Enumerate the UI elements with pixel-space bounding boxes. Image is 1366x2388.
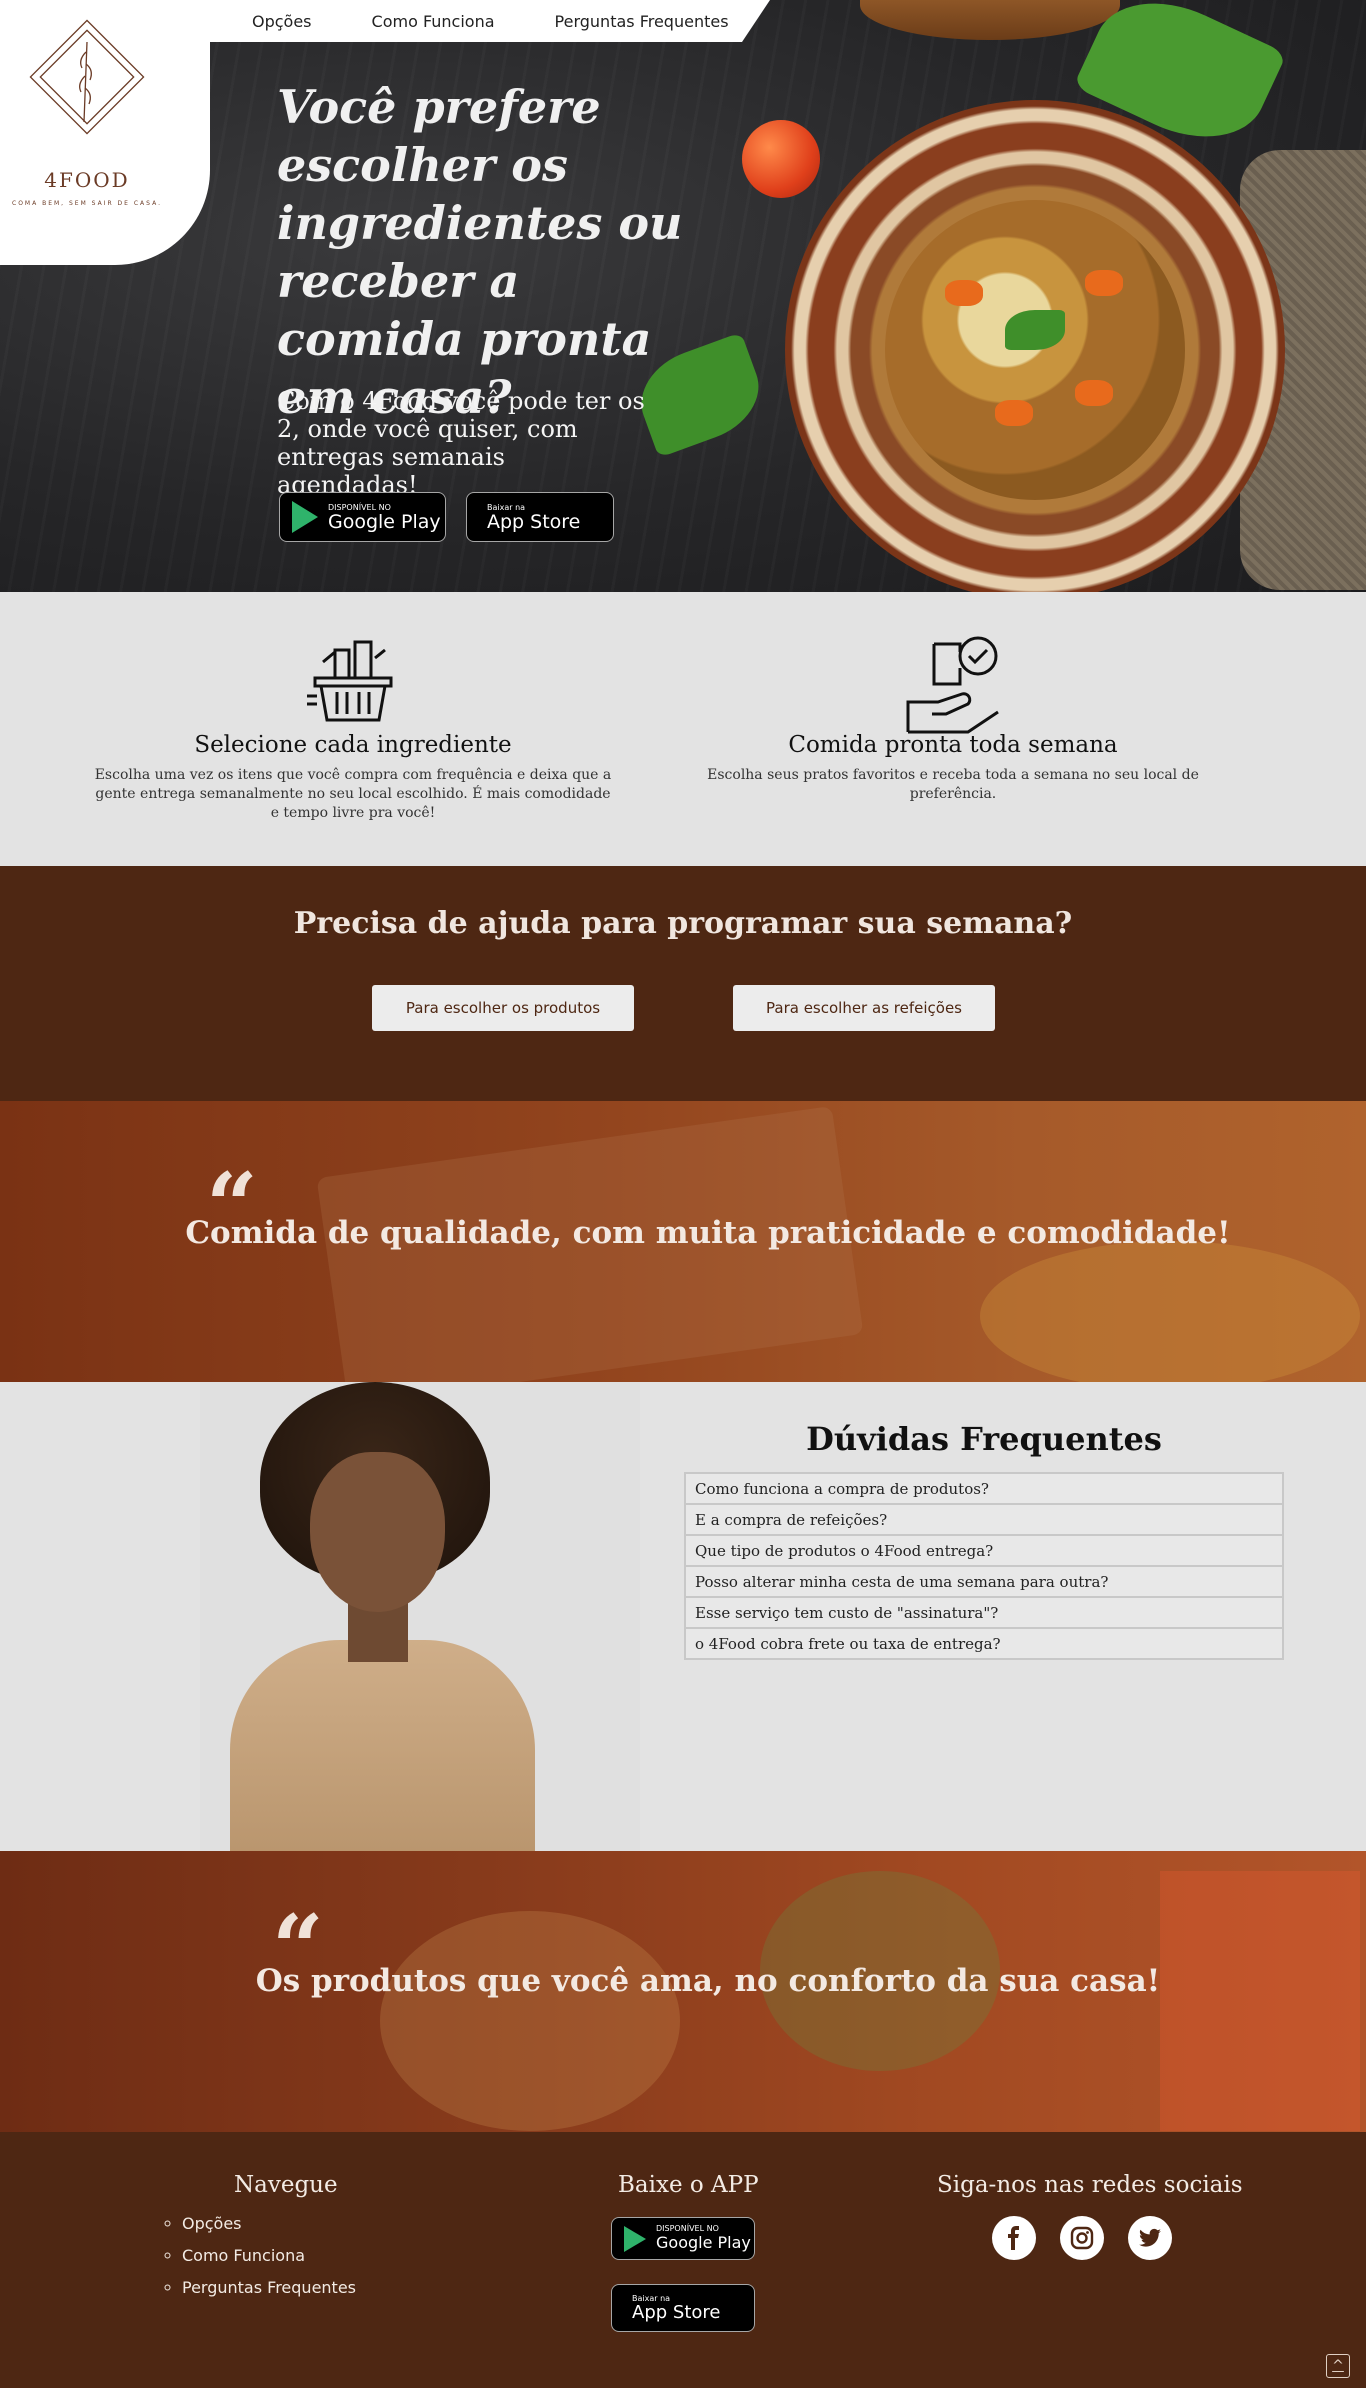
- google-play-label: Google Play: [328, 510, 441, 533]
- faq-item[interactable]: o 4Food cobra frete ou taxa de entrega?: [685, 1628, 1283, 1659]
- footer-nav-item-perguntas-frequentes[interactable]: Perguntas Frequentes: [182, 2272, 356, 2304]
- thinking-woman-photo: [200, 1382, 640, 1851]
- wheat-logo-icon[interactable]: [22, 12, 152, 162]
- quote-text: Os produtos que você ama, no conforto da…: [255, 1963, 1161, 1999]
- facebook-icon[interactable]: [992, 2216, 1036, 2260]
- logo-tagline: COMA BEM, SEM SAIR DE CASA.: [12, 200, 162, 207]
- choose-meals-button[interactable]: Para escolher as refeições: [733, 985, 995, 1031]
- google-play-small-label: DISPONÍVEL NO: [656, 2224, 719, 2233]
- top-nav: Opções Como Funciona Perguntas Frequente…: [210, 0, 770, 42]
- faq-section: Dúvidas Frequentes Como funciona a compr…: [0, 1382, 1366, 1851]
- footer-app-title: Baixe o APP: [618, 2172, 759, 2198]
- hero-subtitle: Com o 4Food você pode ter os 2, onde voc…: [277, 387, 645, 499]
- feature-ready-meals: Comida pronta toda semana Escolha seus p…: [683, 592, 1223, 804]
- faq-item[interactable]: Como funciona a compra de produtos?: [685, 1473, 1283, 1504]
- faq-list: Como funciona a compra de produtos? E a …: [684, 1472, 1284, 1660]
- features-section: Selecione cada ingrediente Escolha uma v…: [0, 592, 1366, 866]
- food-background-image: [980, 1241, 1360, 1382]
- footer-nav-title: Navegue: [234, 2172, 338, 2198]
- quote-text: Comida de qualidade, com muita praticida…: [185, 1215, 1231, 1251]
- food-background-image: [380, 1911, 680, 2131]
- shopping-basket-icon: [307, 640, 393, 722]
- footer-social-title: Siga-nos nas redes sociais: [937, 2172, 1243, 2198]
- food-background-image: [1160, 1871, 1360, 2131]
- delivery-hand-check-icon: [906, 636, 999, 734]
- feature-text: Escolha seus pratos favoritos e receba t…: [707, 767, 1199, 802]
- google-play-icon: [292, 501, 318, 533]
- footer: Navegue Opções Como Funciona Perguntas F…: [0, 2132, 1366, 2388]
- help-section: Precisa de ajuda para programar sua sema…: [0, 866, 1366, 1101]
- feature-text: Escolha uma vez os itens que você compra…: [94, 767, 612, 821]
- feature-title: Selecione cada ingrediente: [194, 732, 512, 758]
- soup-bowl-image: [785, 100, 1285, 592]
- google-play-icon: [624, 2225, 646, 2252]
- footer-app-store-button[interactable]: Baixar na App Store: [611, 2284, 755, 2332]
- choose-products-button[interactable]: Para escolher os produtos: [372, 985, 634, 1031]
- nav-item-opcoes[interactable]: Opções: [252, 12, 312, 31]
- faq-item[interactable]: Posso alterar minha cesta de uma semana …: [685, 1566, 1283, 1597]
- faq-title: Dúvidas Frequentes: [806, 1420, 1162, 1458]
- app-store-label: App Store: [487, 510, 581, 533]
- app-store-button[interactable]: Baixar na App Store: [466, 492, 614, 542]
- nav-item-perguntas-frequentes[interactable]: Perguntas Frequentes: [555, 12, 729, 31]
- faq-item[interactable]: Que tipo de produtos o 4Food entrega?: [685, 1535, 1283, 1566]
- hero-title: Você prefere escolher os ingredientes ou…: [277, 80, 683, 424]
- faq-item[interactable]: E a compra de refeições?: [685, 1504, 1283, 1535]
- footer-nav-list: Opções Como Funciona Perguntas Frequente…: [182, 2208, 356, 2304]
- twitter-icon[interactable]: [1128, 2216, 1172, 2260]
- tomato-image: [742, 120, 820, 198]
- google-play-button[interactable]: DISPONÍVEL NO Google Play: [279, 492, 446, 542]
- help-title: Precisa de ajuda para programar sua sema…: [293, 906, 1073, 941]
- back-to-top-button[interactable]: ^: [1326, 2354, 1350, 2378]
- quote-banner-1: “ Comida de qualidade, com muita pratici…: [0, 1101, 1366, 1382]
- feature-ingredients: Selecione cada ingrediente Escolha uma v…: [83, 592, 623, 823]
- google-play-label: Google Play: [656, 2233, 751, 2252]
- instagram-icon[interactable]: [1060, 2216, 1104, 2260]
- footer-nav-item-opcoes[interactable]: Opções: [182, 2208, 356, 2240]
- faq-item[interactable]: Esse serviço tem custo de "assinatura"?: [685, 1597, 1283, 1628]
- app-store-label: App Store: [632, 2301, 721, 2323]
- nav-item-como-funciona[interactable]: Como Funciona: [372, 12, 495, 31]
- footer-nav-item-como-funciona[interactable]: Como Funciona: [182, 2240, 356, 2272]
- footer-google-play-button[interactable]: DISPONÍVEL NO Google Play: [611, 2217, 755, 2260]
- logo-name: 4FOOD: [44, 168, 130, 192]
- logo-panel: 4FOOD COMA BEM, SEM SAIR DE CASA.: [0, 0, 210, 265]
- quote-banner-2: “ Os produtos que você ama, no conforto …: [0, 1851, 1366, 2132]
- hero-section: 4FOOD COMA BEM, SEM SAIR DE CASA. Opções…: [0, 0, 1366, 592]
